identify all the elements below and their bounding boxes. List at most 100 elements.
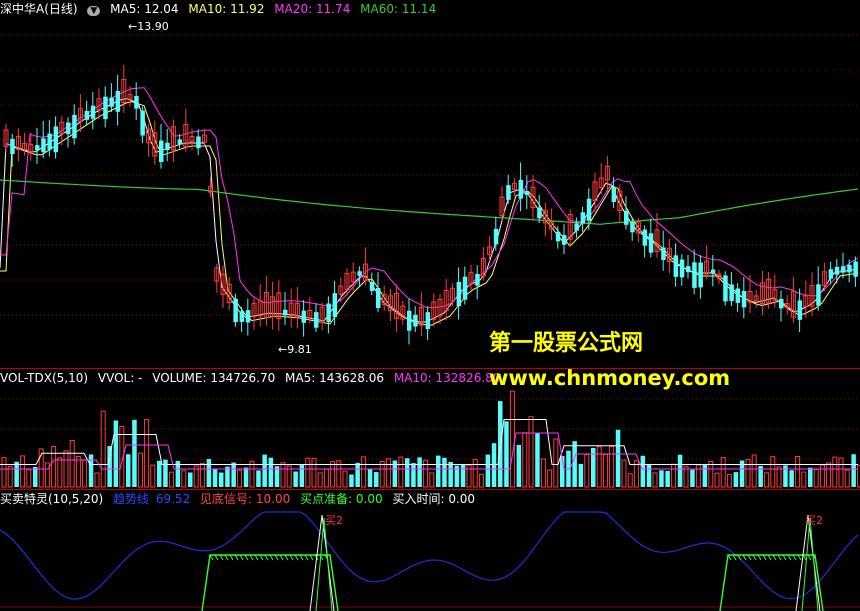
volume-bar bbox=[231, 462, 236, 487]
volume-bar bbox=[317, 472, 323, 488]
candle-body bbox=[35, 145, 40, 151]
volume-bar bbox=[280, 462, 286, 488]
volume-bar bbox=[63, 450, 69, 488]
volume-bar bbox=[726, 473, 732, 488]
candle-body bbox=[109, 97, 114, 107]
volume-bar bbox=[795, 456, 801, 488]
price-panel[interactable]: 深中华A(日线) ▼ MA5: 12.04 MA10: 11.92 MA20: … bbox=[0, 0, 860, 368]
candle-body bbox=[332, 293, 338, 318]
volume-bar bbox=[411, 463, 416, 487]
volume-bar bbox=[646, 464, 652, 487]
buy-time-readout: 买入时间: 0.00 bbox=[392, 492, 476, 506]
volume-bar bbox=[801, 471, 807, 488]
volume-bar bbox=[405, 458, 410, 487]
signal-hatch bbox=[239, 554, 244, 561]
volume-bar bbox=[789, 470, 794, 487]
volume-bar bbox=[819, 464, 825, 488]
volume-bar bbox=[621, 459, 627, 488]
candle-body bbox=[66, 122, 71, 135]
volume-bar bbox=[429, 472, 435, 488]
volume-bar bbox=[262, 454, 267, 487]
volume-bar bbox=[355, 462, 360, 487]
volume-bar bbox=[126, 454, 131, 487]
volume-bar bbox=[832, 456, 838, 488]
volume-bar bbox=[596, 446, 602, 488]
trend-label: 趋势线 bbox=[113, 492, 150, 506]
volume-bar bbox=[157, 460, 162, 487]
candle-body bbox=[283, 309, 288, 316]
price-header: 深中华A(日线) ▼ MA5: 12.04 MA10: 11.92 MA20: … bbox=[0, 0, 442, 18]
vol-title[interactable]: VOL-TDX(5,10) bbox=[0, 371, 88, 385]
stock-title[interactable]: 深中华A(日线) bbox=[0, 2, 78, 16]
candle-body bbox=[524, 190, 530, 196]
volume-bar bbox=[751, 454, 757, 488]
indicator-chart[interactable] bbox=[0, 490, 860, 611]
candle-body bbox=[841, 266, 846, 273]
signal-hatch bbox=[792, 554, 797, 561]
signal-hatch bbox=[732, 554, 737, 561]
volume-bar bbox=[75, 456, 81, 488]
volume-bar bbox=[708, 460, 714, 488]
volume-bar bbox=[69, 439, 75, 488]
volume-bar bbox=[516, 444, 522, 487]
candle-body bbox=[506, 185, 511, 200]
candle-body bbox=[574, 223, 579, 231]
candle-body bbox=[165, 142, 170, 151]
high-price-label: ←13.90 bbox=[128, 20, 169, 33]
volume-bar bbox=[361, 456, 367, 488]
candle-body bbox=[723, 275, 728, 302]
candle-body bbox=[853, 261, 858, 277]
candle-body bbox=[735, 288, 741, 303]
volume-bar bbox=[293, 471, 298, 487]
signal-hatch bbox=[742, 554, 747, 561]
arrow-icon: ← bbox=[128, 20, 138, 33]
signal-hatch bbox=[284, 554, 289, 561]
signal-hatch bbox=[214, 554, 219, 561]
candle-body bbox=[115, 90, 121, 112]
candle-body bbox=[90, 105, 96, 119]
candle-body bbox=[562, 235, 567, 245]
candle-body bbox=[407, 310, 412, 331]
volume-bar bbox=[702, 464, 708, 487]
candle-body bbox=[518, 179, 524, 199]
candle-body bbox=[41, 138, 46, 153]
volume-bar bbox=[94, 472, 100, 488]
volume-bar bbox=[695, 464, 701, 488]
watermark-title: 第一股票公式网 bbox=[489, 331, 644, 356]
volume-chart[interactable] bbox=[0, 369, 860, 489]
volume-bar bbox=[504, 421, 509, 487]
indicator-header: 买卖特灵(10,5,20) 趋势线 69.52 见底信号: 10.00 买点准备… bbox=[0, 490, 481, 508]
candlestick-chart[interactable] bbox=[0, 0, 860, 368]
volume-panel[interactable]: VOL-TDX(5,10) VVOL: - VOLUME: 134726.70 … bbox=[0, 369, 860, 489]
volume-bar bbox=[522, 432, 528, 488]
candle-body bbox=[53, 126, 59, 153]
indicator-panel[interactable]: 买卖特灵(10,5,20) 趋势线 69.52 见底信号: 10.00 买点准备… bbox=[0, 490, 860, 611]
bottom-signal-readout: 见底信号: 10.00 bbox=[200, 492, 291, 506]
vvol-readout: VVOL: - bbox=[97, 371, 143, 385]
candle-body bbox=[177, 139, 183, 145]
ma60-readout: MA60: 11.14 bbox=[360, 2, 437, 16]
volume-bar bbox=[776, 466, 782, 488]
candle-body bbox=[797, 300, 803, 320]
signal-hatch bbox=[802, 554, 807, 561]
volume-bar bbox=[249, 460, 255, 488]
volume-bar bbox=[640, 455, 646, 487]
chevron-down-icon[interactable]: ▼ bbox=[87, 6, 101, 16]
volume-bar bbox=[82, 459, 88, 488]
candle-body bbox=[686, 266, 691, 273]
signal-hatch bbox=[309, 554, 314, 561]
candle-body bbox=[357, 271, 362, 276]
volume-bar bbox=[417, 457, 422, 487]
candle-body bbox=[828, 269, 834, 279]
volume-bar bbox=[367, 468, 373, 487]
signal-hatch bbox=[767, 554, 772, 561]
indicator-title[interactable]: 买卖特灵(10,5,20) bbox=[0, 492, 103, 506]
volume-bar bbox=[572, 441, 577, 487]
volume-bar bbox=[1, 456, 7, 488]
candle-body bbox=[673, 255, 679, 277]
candle-body bbox=[140, 110, 145, 136]
vol-ma5-readout: MA5: 143628.06 bbox=[285, 371, 384, 385]
signal-plateau bbox=[719, 554, 824, 611]
candle-body bbox=[475, 273, 480, 286]
volume-bar bbox=[20, 455, 26, 488]
